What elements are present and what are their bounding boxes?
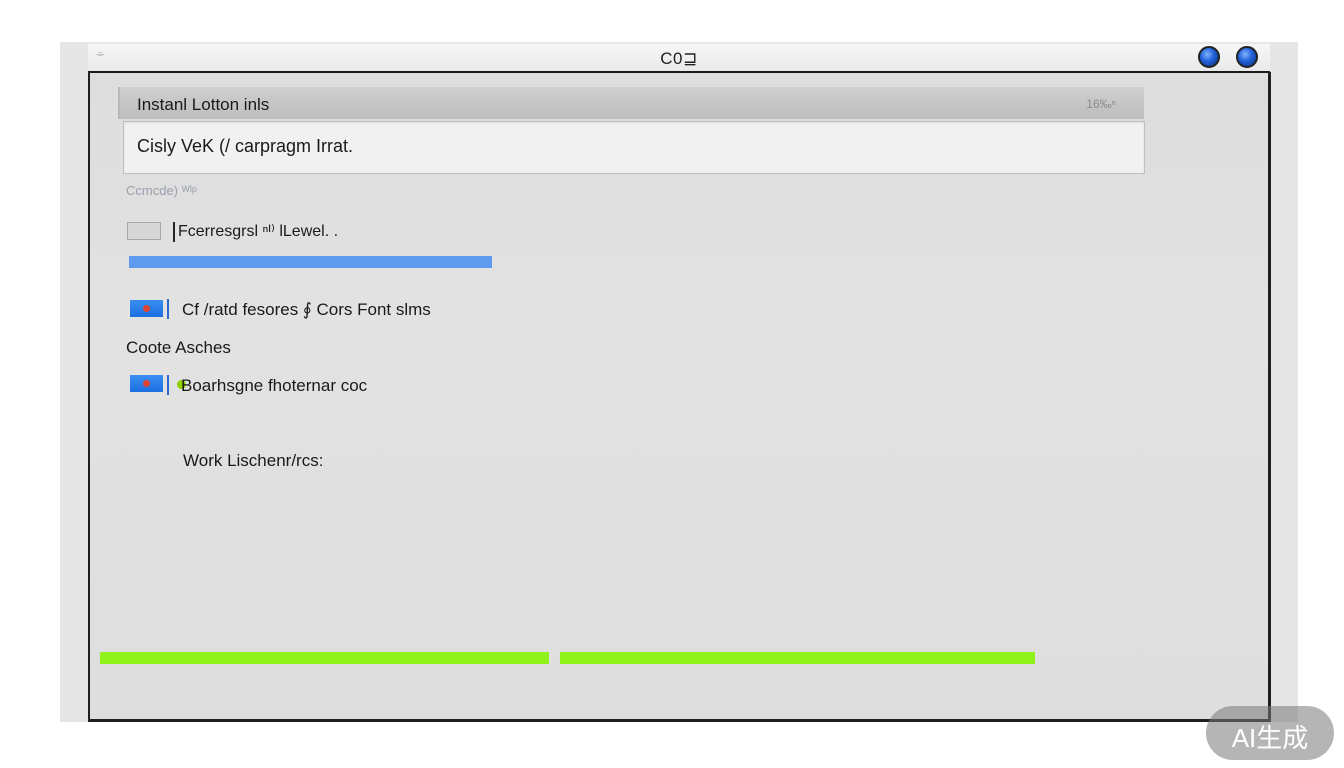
flag-icon[interactable]	[130, 375, 163, 392]
title-bar[interactable]: ⌯ C0⊒	[88, 44, 1270, 73]
section-meta: 16‰ⁿ	[1086, 97, 1116, 111]
flag-icon[interactable]	[130, 300, 163, 317]
level-checkbox[interactable]	[127, 222, 161, 240]
window-border	[88, 72, 90, 722]
main-text-field-value: Cisly VeK (/ carpragm Irrat.	[137, 136, 354, 156]
level-progress-bar	[129, 256, 492, 268]
section-header: Instanl Lotton inls 16‰ⁿ	[118, 87, 1144, 119]
window-title: C0⊒	[660, 49, 698, 68]
recovery-label: Boarhsgne fhoternar coc	[181, 376, 368, 395]
section-title: Instanl Lotton inls	[137, 95, 270, 114]
window-button-icon[interactable]	[1198, 46, 1220, 68]
window-button-icon[interactable]	[1236, 46, 1258, 68]
features-label: Cf /ratd fesores ∮ Cors Font slms	[182, 300, 431, 319]
level-label: Fcerresgrsl ⁿᴵ⁾ lLewel. .	[178, 223, 339, 240]
watermark-badge: AI生成	[1206, 706, 1334, 760]
cursor-icon	[173, 222, 175, 242]
window-border	[88, 719, 1271, 722]
cursor-icon	[167, 375, 169, 395]
cursor-icon	[167, 299, 169, 319]
work-label: Work Lischenr/rcs:	[183, 451, 324, 470]
window-border	[1268, 72, 1271, 722]
archives-heading: Coote Asches	[126, 338, 231, 357]
level-progress-fill	[129, 256, 492, 268]
field-hint: Ccmcde) ᵂᴵᵖ	[126, 183, 197, 198]
status-bar-left	[100, 652, 549, 664]
status-bar-right	[560, 652, 1035, 664]
watermark-label: AI生成	[1231, 723, 1309, 753]
main-text-field[interactable]: Cisly VeK (/ carpragm Irrat.	[123, 121, 1145, 174]
